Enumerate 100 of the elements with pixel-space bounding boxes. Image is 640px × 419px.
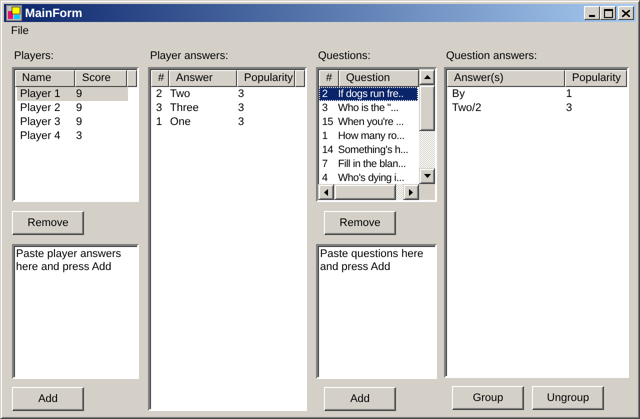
list-cell-text: Player 1 xyxy=(19,87,62,101)
remove-button[interactable]: Remove xyxy=(12,211,84,235)
scroll-up-button[interactable] xyxy=(419,69,435,85)
scroll-right-button[interactable] xyxy=(403,184,419,200)
column-header[interactable]: Popularity xyxy=(565,70,627,87)
down-arrow-icon xyxy=(424,174,430,178)
column-header[interactable]: # xyxy=(151,70,169,87)
empty-column-header xyxy=(295,70,305,87)
column-header[interactable]: Answer xyxy=(169,70,237,87)
close-icon xyxy=(622,10,630,16)
list-cell-text: Player 3 xyxy=(19,115,62,129)
scroll-track[interactable] xyxy=(396,184,403,200)
list-row[interactable]: 14 Something's h... xyxy=(322,143,418,157)
list-row[interactable]: Player 4 3 xyxy=(20,129,136,143)
section-label: Questions: xyxy=(318,50,371,64)
remove-button[interactable]: Remove xyxy=(324,211,396,235)
window-title: MainForm xyxy=(25,6,84,20)
list-cell-text: Two/2 xyxy=(451,101,482,115)
section-label: Player answers: xyxy=(150,50,228,64)
list-cell-text: 14 xyxy=(321,143,334,157)
list-cell-text: 4 xyxy=(321,171,329,184)
list-row[interactable]: 3 Three 3 xyxy=(156,101,304,115)
list-cell-text: 9 xyxy=(76,87,84,101)
scrollbar-corner xyxy=(419,184,435,200)
list-row[interactable]: 2 If dogs run fre.. xyxy=(319,87,418,101)
menu-item[interactable]: File xyxy=(8,25,32,37)
scroll-left-button[interactable] xyxy=(318,184,334,200)
list-row[interactable]: 1 How many ro... xyxy=(322,129,418,143)
list-cell-text: 3 xyxy=(238,115,246,129)
ungroup-button[interactable]: Ungroup xyxy=(532,386,604,410)
list-cell-text: Something's h... xyxy=(338,143,410,157)
list-row[interactable]: Player 2 9 xyxy=(20,101,136,115)
maximize-button[interactable] xyxy=(600,6,616,20)
list-cell-text: 9 xyxy=(76,115,84,129)
add-button[interactable]: Add xyxy=(12,387,84,411)
list-cell-text: If dogs run fre.. xyxy=(338,87,405,101)
up-arrow-icon xyxy=(424,75,430,79)
players-list[interactable]: Name Score Player 1 9 Player 2 9 Player 3 9 Player 4 3 xyxy=(12,67,139,202)
player-answers-list[interactable]: # Answer Popularity 2 Two 3 3 Three 3 1 One 3 xyxy=(148,67,307,411)
vertical-scrollbar[interactable] xyxy=(419,69,435,184)
section-label: Question answers: xyxy=(446,50,538,64)
question-answers-list[interactable]: Answer(s) Popularity By 1 Two/2 3 xyxy=(444,67,629,378)
list-cell-text: By xyxy=(451,87,466,101)
close-button[interactable] xyxy=(618,6,634,20)
column-header[interactable]: # xyxy=(319,70,339,87)
list-cell-text: 2 xyxy=(155,87,164,101)
list-cell-text: Who's dying i... xyxy=(338,171,406,184)
minimize-button[interactable] xyxy=(584,6,600,20)
scroll-thumb[interactable] xyxy=(419,85,435,131)
list-cell-text: 3 xyxy=(238,101,246,115)
list-row[interactable]: By 1 xyxy=(452,87,626,101)
list-cell-text: Who is the "... xyxy=(338,101,400,115)
list-cell-text: Two xyxy=(170,87,192,101)
list-row[interactable]: 3 Who is the "... xyxy=(322,101,418,115)
list-cell-text: When you're ... xyxy=(338,115,405,129)
horizontal-scrollbar[interactable] xyxy=(318,184,435,200)
list-cell-text: 9 xyxy=(76,101,84,115)
list-row[interactable]: 4 Who's dying i... xyxy=(322,171,418,184)
list-cell-text: How many ro... xyxy=(338,129,406,143)
add-button[interactable]: Add xyxy=(324,387,396,411)
list-cell-text: 2 xyxy=(321,87,329,101)
column-header[interactable]: Question xyxy=(339,70,419,87)
list-row[interactable]: 15 When you're ... xyxy=(322,115,418,129)
app-icon xyxy=(6,5,22,21)
list-cell-text: 3 xyxy=(155,101,164,115)
list-cell-text: 1 xyxy=(155,115,164,129)
right-arrow-icon xyxy=(409,188,413,196)
scroll-thumb[interactable] xyxy=(334,184,396,200)
list-cell-text: 1 xyxy=(321,129,329,143)
list-cell-text: 3 xyxy=(76,129,84,143)
list-row[interactable]: Two/2 3 xyxy=(452,101,626,115)
list-cell-text: 3 xyxy=(238,87,246,101)
list-cell-text: Player 2 xyxy=(19,101,62,115)
scroll-down-button[interactable] xyxy=(419,168,435,184)
list-row[interactable]: 1 One 3 xyxy=(156,115,304,129)
column-header[interactable]: Score xyxy=(75,70,127,87)
list-row[interactable]: Player 3 9 xyxy=(20,115,136,129)
column-header[interactable]: Answer(s) xyxy=(447,70,565,87)
list-cell-text: Three xyxy=(170,101,200,115)
list-cell-text: 3 xyxy=(321,101,329,115)
list-cell-text: 15 xyxy=(321,115,334,129)
list-row[interactable]: 2 Two 3 xyxy=(156,87,304,101)
list-cell-text: One xyxy=(170,115,192,129)
list-cell-text: 1 xyxy=(566,87,574,101)
list-cell-text: Fill in the blan... xyxy=(338,157,407,171)
column-header[interactable]: Name xyxy=(15,70,75,87)
list-row[interactable]: Player 1 9 xyxy=(17,87,128,101)
questions-list[interactable]: # Question 2 If dogs run fre.. 3 Who is the "... 15 When you're ... 1 How many ro... 14 Something's h... 7 Fill in the blan... 4 Who's dying i... xyxy=(316,67,437,202)
list-row[interactable]: 7 Fill in the blan... xyxy=(322,157,418,171)
column-header[interactable]: Popularity xyxy=(237,70,295,87)
list-cell-text: Player 4 xyxy=(19,129,62,143)
left-arrow-icon xyxy=(324,188,328,196)
maximize-icon xyxy=(604,8,612,18)
section-label: Players: xyxy=(14,50,54,64)
group-button[interactable]: Group xyxy=(452,386,524,410)
paste-field[interactable]: Paste player answers here and press Add xyxy=(12,244,139,379)
list-cell-text: 7 xyxy=(321,157,329,171)
list-cell-text: 3 xyxy=(566,101,574,115)
paste-field[interactable]: Paste questions here and press Add xyxy=(316,244,437,379)
empty-column-header xyxy=(127,70,137,87)
